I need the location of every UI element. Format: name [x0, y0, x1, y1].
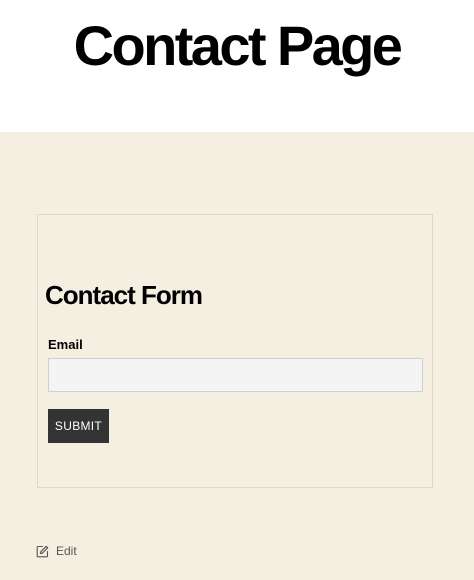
edit-link[interactable]: Edit — [36, 544, 77, 558]
form-heading: Contact Form — [45, 280, 203, 310]
contact-form: Contact Form Email SUBMIT — [37, 214, 433, 488]
submit-button[interactable]: SUBMIT — [48, 409, 109, 443]
page-title: Contact Page — [73, 14, 403, 77]
edit-label: Edit — [56, 544, 77, 558]
page: Contact Page Contact Form Email SUBMIT E… — [0, 0, 474, 580]
page-header: Contact Page — [0, 0, 474, 132]
email-label: Email — [48, 337, 83, 352]
content-area: Contact Form Email SUBMIT Edit — [0, 132, 474, 580]
edit-icon — [36, 545, 49, 558]
email-field[interactable] — [48, 358, 423, 392]
